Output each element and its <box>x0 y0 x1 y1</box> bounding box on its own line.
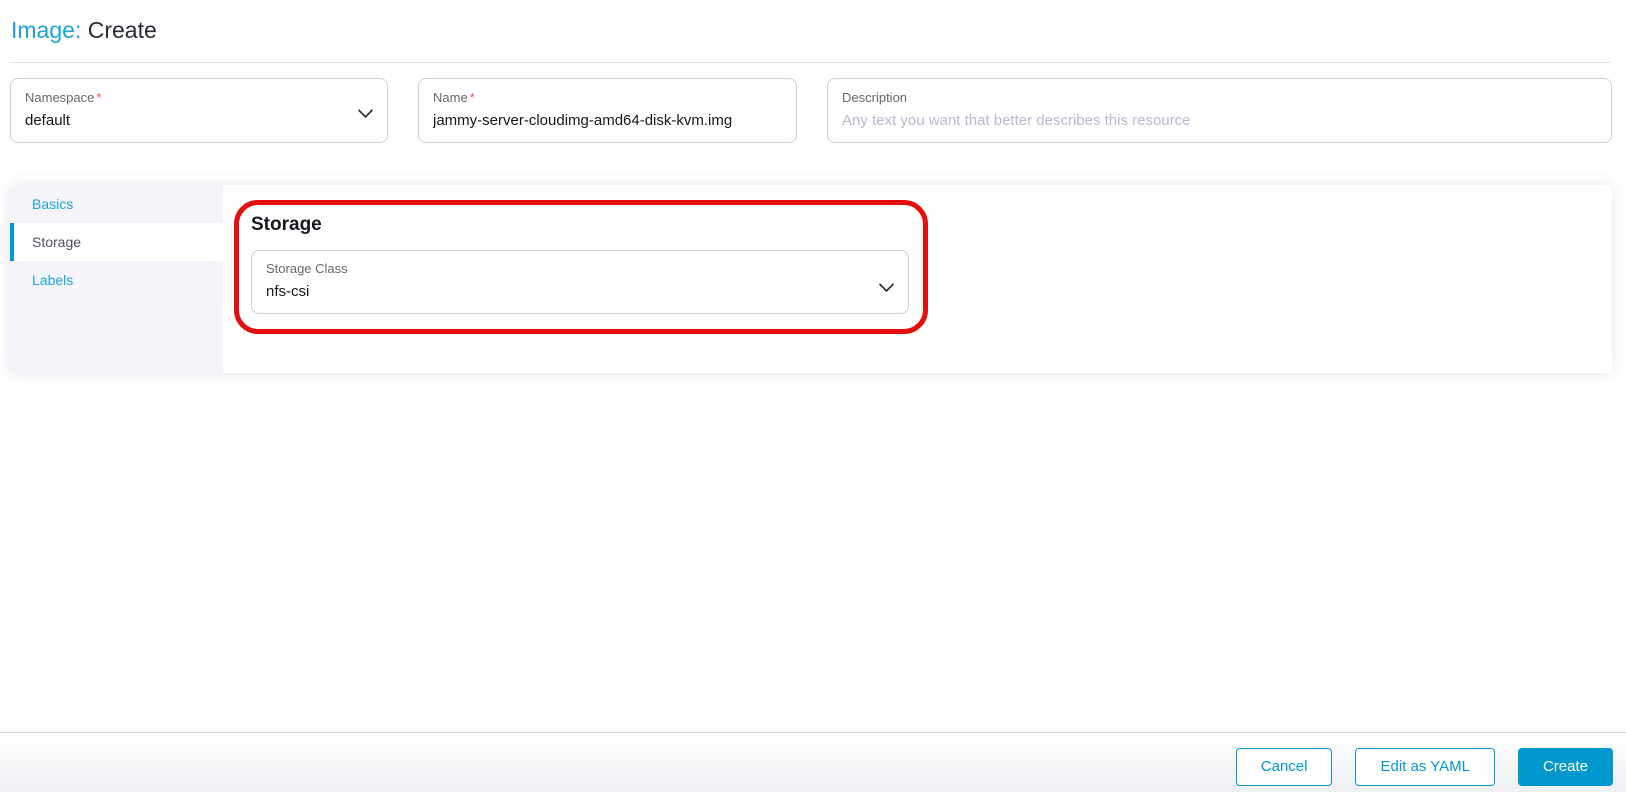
namespace-value: default <box>25 112 71 129</box>
storage-section-highlight: Storage Storage Class nfs-csi <box>234 200 928 334</box>
tab-basics[interactable]: Basics <box>10 185 223 223</box>
basics-form-row: Namespace* default Name* Description <box>10 78 1612 143</box>
storage-section-heading: Storage <box>251 214 322 235</box>
create-tab-panel: Basics Storage Labels Storage Storage Cl… <box>10 185 1612 373</box>
name-field: Name * <box>418 78 797 143</box>
tab-sidebar: Basics Storage Labels <box>10 185 223 373</box>
page-title-resource: Image: <box>11 17 82 43</box>
tab-labels[interactable]: Labels <box>10 261 223 299</box>
storage-tab-content: Storage Storage Class nfs-csi <box>223 185 1612 373</box>
cancel-button[interactable]: Cancel <box>1235 748 1333 786</box>
required-asterisk: * <box>469 90 475 105</box>
storage-class-select[interactable]: Storage Class nfs-csi <box>251 250 909 314</box>
storage-class-label: Storage Class <box>266 261 348 276</box>
storage-class-value: nfs-csi <box>266 283 310 300</box>
namespace-select[interactable]: Namespace * default <box>10 78 388 143</box>
name-label: Name * <box>433 90 782 106</box>
description-field: Description <box>827 78 1612 143</box>
tab-storage[interactable]: Storage <box>10 223 223 261</box>
namespace-label: Namespace * <box>25 90 373 106</box>
description-input[interactable] <box>842 111 1597 131</box>
page-header: Image: Create <box>0 0 1626 44</box>
edit-as-yaml-button[interactable]: Edit as YAML <box>1355 748 1495 786</box>
description-label: Description <box>842 90 908 105</box>
footer-actions: Cancel Edit as YAML Create <box>0 733 1626 786</box>
footer-bar: Cancel Edit as YAML Create <box>0 732 1626 792</box>
page-title-action: Create <box>87 17 157 43</box>
page-title: Image: Create <box>11 16 1612 44</box>
name-input[interactable] <box>433 111 782 131</box>
header-divider <box>10 62 1612 63</box>
create-button[interactable]: Create <box>1517 748 1613 786</box>
namespace-label-text: Namespace <box>25 90 95 105</box>
name-label-text: Name <box>433 90 468 105</box>
required-asterisk: * <box>96 90 102 105</box>
